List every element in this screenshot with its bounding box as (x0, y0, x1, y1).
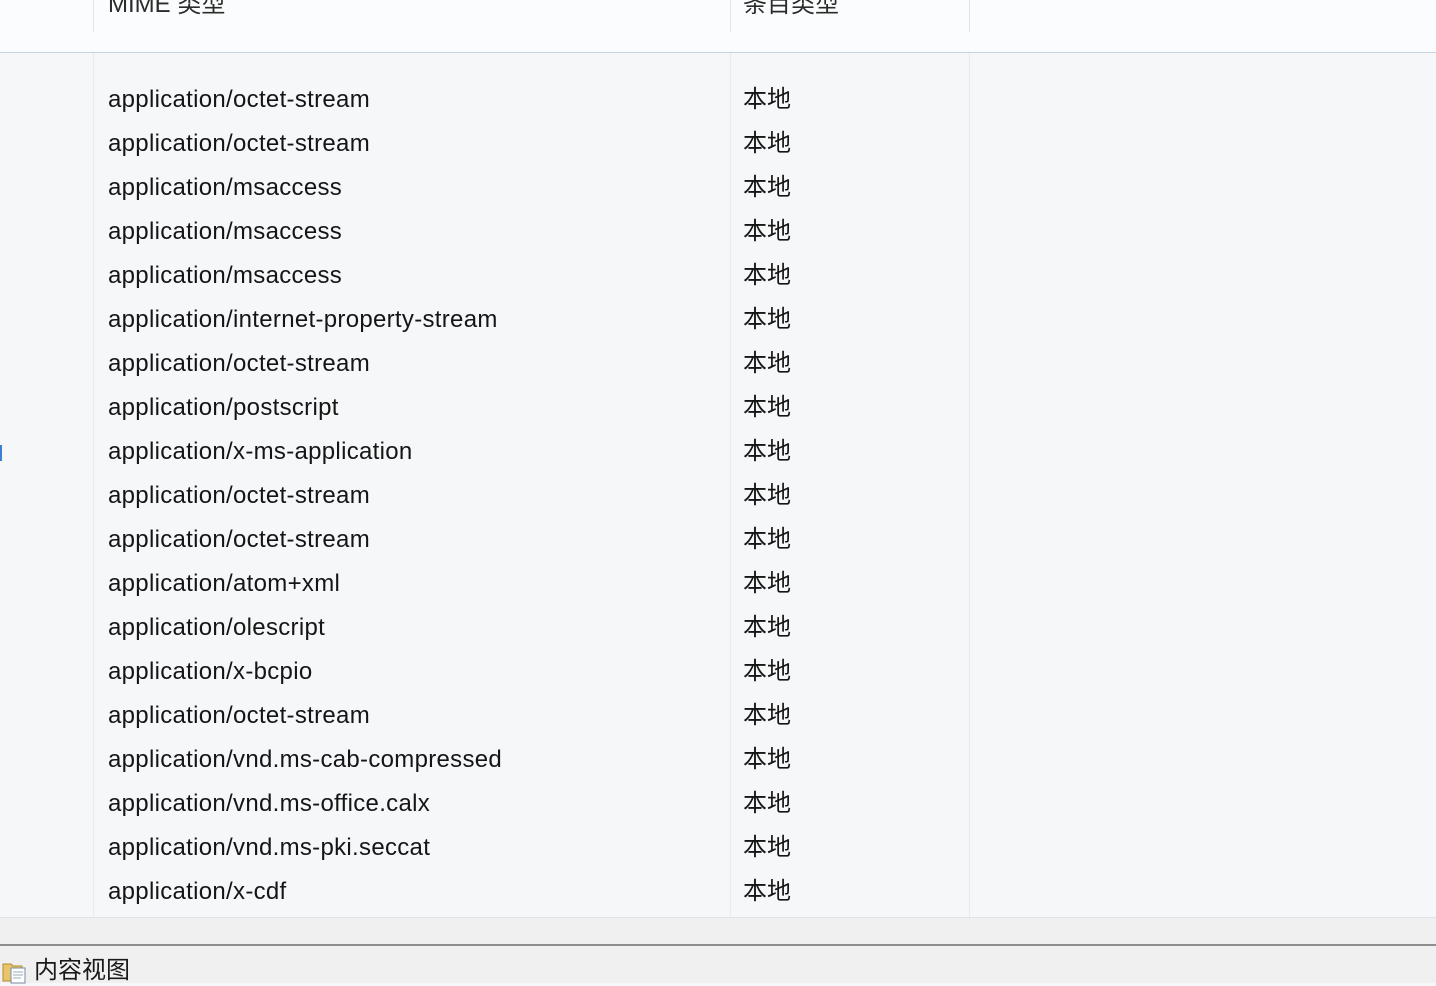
table-row[interactable]: application/internet-property-stream 本地 (0, 298, 1436, 342)
table-row[interactable]: application/x-cdf 本地 (0, 870, 1436, 914)
mime-list-view[interactable]: MIME 类型 条目类型 application/octet-stream 本地 a… (0, 0, 1436, 918)
mime-type-cell: application/msaccess (108, 218, 343, 245)
mime-type-cell: application/msaccess (108, 174, 343, 201)
mime-type-cell: application/postscript (108, 394, 339, 421)
entry-type-cell: 本地 (743, 834, 791, 861)
mime-type-cell: application/octet-stream (108, 526, 370, 553)
table-row[interactable]: application/octet-stream 本地 (0, 122, 1436, 166)
entry-type-cell: 本地 (743, 746, 791, 773)
mime-type-cell: application/vnd.ms-office.calx (108, 790, 431, 817)
mime-type-cell: application/vnd.ms-cab-compressed (108, 746, 503, 773)
mime-type-cell: application/octet-stream (108, 130, 370, 157)
folder-document-icon (2, 963, 26, 984)
mime-type-cell: application/atom+xml (108, 570, 341, 597)
bottom-view-bar: 内容视图 (0, 918, 1436, 986)
table-row[interactable]: application/octet-stream 本地 (0, 342, 1436, 386)
mime-type-cell: application/octet-stream (108, 702, 370, 729)
entry-type-cell: 本地 (743, 218, 791, 245)
table-row[interactable]: application/postscript 本地 (0, 386, 1436, 430)
mime-rows: application/octet-stream 本地 application/oc… (0, 78, 1436, 914)
header-separator[interactable] (93, 0, 94, 32)
entry-type-cell: 本地 (743, 350, 791, 377)
entry-type-cell: 本地 (743, 130, 791, 157)
mime-type-cell: application/olescript (108, 614, 326, 641)
column-header-entry-type[interactable]: 条目类型 (743, 0, 839, 22)
mime-type-cell: application/x-cdf (108, 878, 287, 905)
mime-type-cell: application/msaccess (108, 262, 343, 289)
header-separator[interactable] (969, 0, 970, 32)
entry-type-cell: 本地 (743, 86, 791, 113)
entry-type-cell: 本地 (743, 658, 791, 685)
mime-type-cell: application/x-ms-application (108, 438, 413, 465)
table-row[interactable]: application/x-bcpio 本地 (0, 650, 1436, 694)
table-row[interactable]: application/msaccess 本地 (0, 254, 1436, 298)
column-header-bar: MIME 类型 条目类型 (0, 0, 1436, 53)
table-row[interactable]: application/msaccess 本地 (0, 210, 1436, 254)
table-row[interactable]: application/vnd.ms-office.calx 本地 (0, 782, 1436, 826)
table-row[interactable]: application/msaccess 本地 (0, 166, 1436, 210)
entry-type-cell: 本地 (743, 790, 791, 817)
mime-type-cell: application/octet-stream (108, 86, 370, 113)
entry-type-cell: 本地 (743, 438, 791, 465)
table-row[interactable]: application/octet-stream 本地 (0, 474, 1436, 518)
table-row[interactable]: application/octet-stream 本地 (0, 694, 1436, 738)
table-row[interactable]: application/octet-stream 本地 (0, 518, 1436, 562)
table-row[interactable]: application/x-ms-application 本地 (0, 430, 1436, 474)
header-separator[interactable] (730, 0, 731, 32)
mime-type-cell: application/x-bcpio (108, 658, 313, 685)
table-row[interactable]: application/atom+xml 本地 (0, 562, 1436, 606)
entry-type-cell: 本地 (743, 174, 791, 201)
table-row[interactable]: application/olescript 本地 (0, 606, 1436, 650)
column-header-mime-type[interactable]: MIME 类型 (108, 0, 225, 22)
mime-type-cell: application/octet-stream (108, 350, 370, 377)
entry-type-cell: 本地 (743, 702, 791, 729)
mime-type-cell: application/internet-property-stream (108, 306, 498, 333)
table-row[interactable]: application/octet-stream 本地 (0, 78, 1436, 122)
table-row[interactable]: application/vnd.ms-pki.seccat 本地 (0, 826, 1436, 870)
content-view-tab[interactable]: 内容视图 (0, 956, 130, 986)
entry-type-cell: 本地 (743, 394, 791, 421)
entry-type-cell: 本地 (743, 878, 791, 905)
entry-type-cell: 本地 (743, 262, 791, 289)
entry-type-cell: 本地 (743, 614, 791, 641)
entry-type-cell: 本地 (743, 306, 791, 333)
table-row[interactable]: application/vnd.ms-cab-compressed 本地 (0, 738, 1436, 782)
entry-type-cell: 本地 (743, 570, 791, 597)
mime-type-cell: application/vnd.ms-pki.seccat (108, 834, 431, 861)
selection-marker (0, 445, 2, 461)
entry-type-cell: 本地 (743, 526, 791, 553)
view-divider (0, 944, 1436, 946)
entry-type-cell: 本地 (743, 482, 791, 509)
mime-type-cell: application/octet-stream (108, 482, 370, 509)
content-view-label: 内容视图 (34, 957, 130, 984)
